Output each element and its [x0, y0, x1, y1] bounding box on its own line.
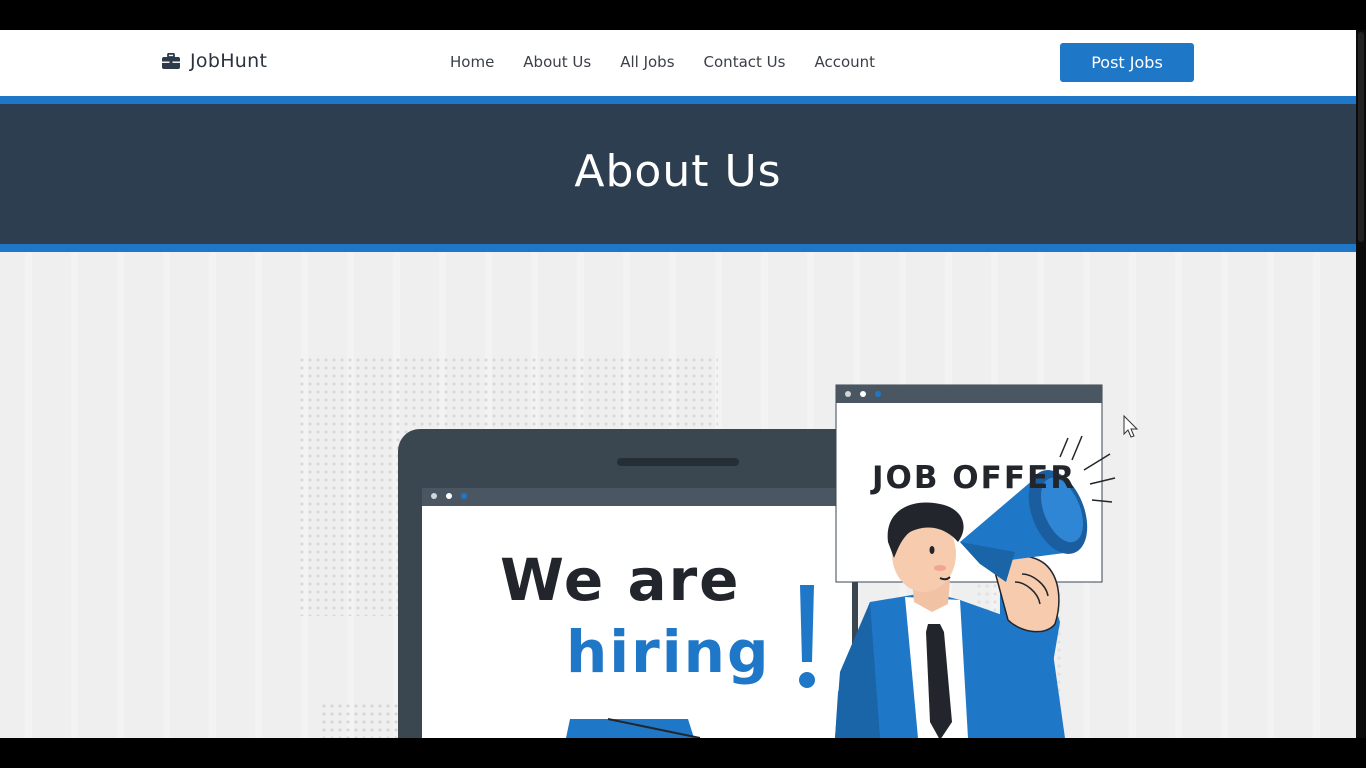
scrollbar-thumb[interactable] — [1358, 32, 1364, 242]
nav-link-account[interactable]: Account — [814, 53, 875, 71]
brand-name: JobHunt — [190, 50, 268, 72]
post-jobs-button[interactable]: Post Jobs — [1060, 43, 1194, 82]
navbar: JobHunt Home About Us All Jobs Contact U… — [0, 30, 1356, 96]
nav-link-contact-us[interactable]: Contact Us — [704, 53, 786, 71]
brand-logo[interactable]: JobHunt — [162, 50, 267, 72]
nav-link-all-jobs[interactable]: All Jobs — [620, 53, 674, 71]
main-nav: Home About Us All Jobs Contact Us Accoun… — [450, 53, 875, 71]
job-offer-sign-text: JOB OFFER — [872, 460, 1077, 496]
page-banner: About Us — [0, 96, 1356, 252]
briefcase-icon — [162, 52, 180, 69]
nav-link-about-us[interactable]: About Us — [523, 53, 591, 71]
nav-link-home[interactable]: Home — [450, 53, 494, 71]
page-scrollbar[interactable] — [1356, 30, 1366, 738]
browser-viewport: JobHunt Home About Us All Jobs Contact U… — [0, 30, 1356, 738]
mouse-cursor — [1123, 414, 1139, 438]
hiring-headline-line1: We are — [500, 546, 741, 614]
page-title: About Us — [574, 146, 782, 197]
hiring-headline-line2: hiring — [566, 618, 771, 686]
job-offer-text-clip: JOB OFFER — [836, 392, 1102, 582]
hero-illustration-section: We are hiring JOB OFFER — [0, 252, 1356, 738]
